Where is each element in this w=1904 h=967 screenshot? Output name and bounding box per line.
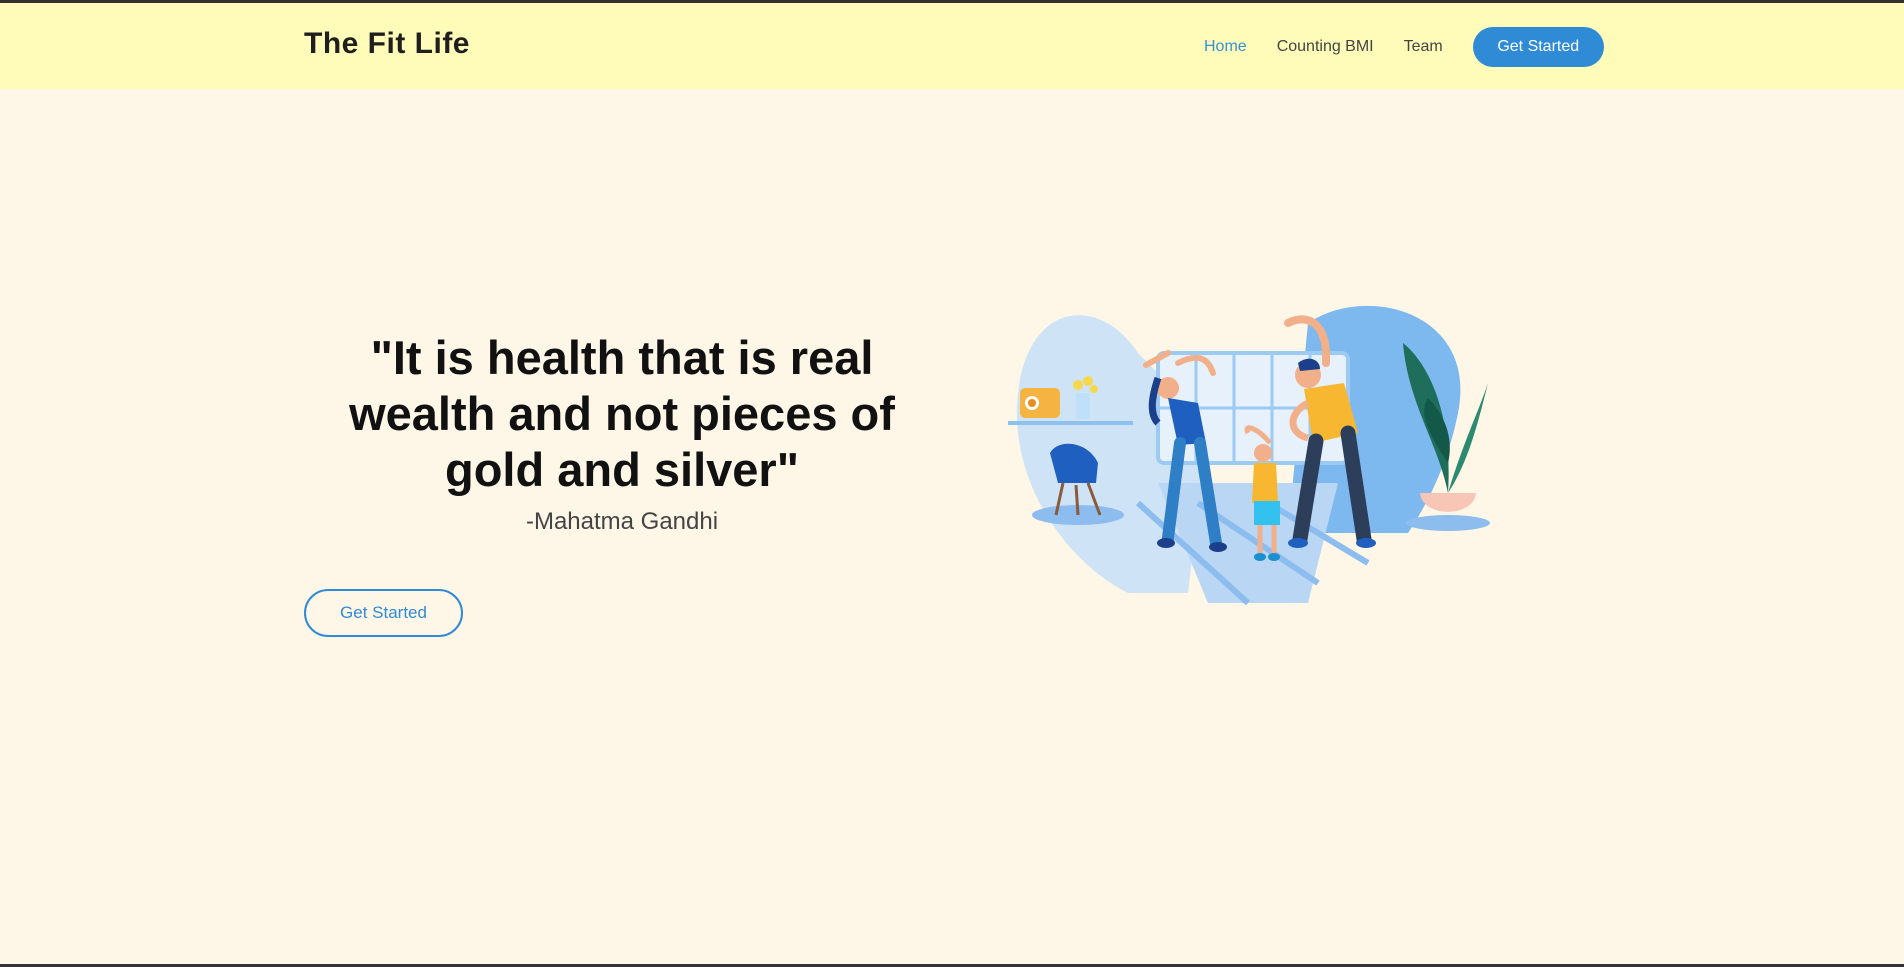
nav-link-team[interactable]: Team bbox=[1404, 38, 1443, 56]
family-exercise-illustration bbox=[1008, 305, 1490, 606]
navbar: The Fit Life Home Counting BMI Team Get … bbox=[0, 3, 1904, 89]
quote-author: -Mahatma Gandhi bbox=[525, 508, 719, 535]
hero-quote-section: "It is health that is real wealth and no… bbox=[304, 330, 940, 536]
brand-logo[interactable]: The Fit Life bbox=[304, 27, 470, 61]
hero-quote: "It is health that is real wealth and no… bbox=[349, 331, 895, 496]
nav-link-home[interactable]: Home bbox=[1204, 38, 1247, 56]
nav-link-counting-bmi[interactable]: Counting BMI bbox=[1277, 38, 1374, 56]
nav-get-started-button[interactable]: Get Started bbox=[1472, 27, 1604, 67]
nav-links: Home Counting BMI Team Get Started bbox=[1204, 27, 1604, 67]
hero-get-started-button[interactable]: Get Started bbox=[304, 589, 463, 637]
